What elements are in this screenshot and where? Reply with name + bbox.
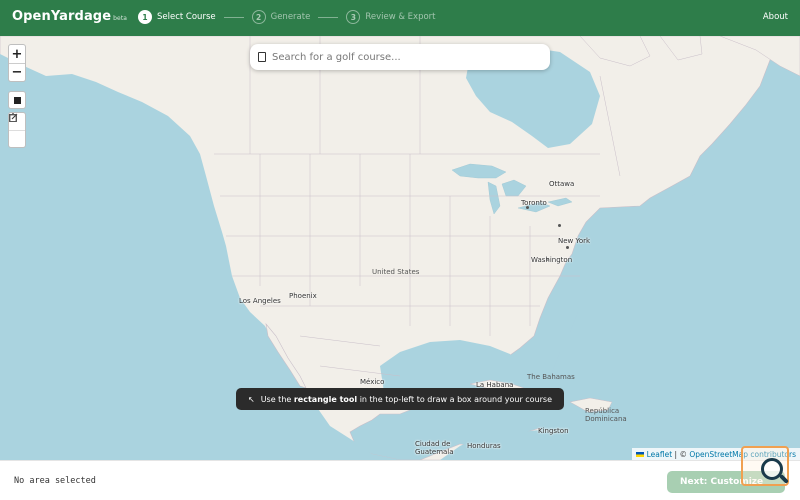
country-label: República Dominicana — [585, 407, 627, 423]
step-label: Generate — [270, 12, 311, 22]
leaflet-link[interactable]: Leaflet — [647, 450, 673, 459]
selection-status: No area selected — [14, 476, 96, 486]
step-generate[interactable]: 2 Generate — [251, 10, 311, 24]
step-number: 2 — [251, 10, 266, 24]
hint-prefix: Use the — [260, 394, 292, 404]
zoom-out-button[interactable]: − — [9, 63, 25, 81]
step-number: 3 — [346, 10, 361, 24]
city-label: New York — [558, 237, 591, 245]
search-bar[interactable] — [250, 44, 550, 70]
step-label: Select Course — [157, 12, 216, 22]
city-marker — [558, 224, 561, 227]
step-select-course[interactable]: 1 Select Course — [138, 10, 216, 24]
delete-layers-button[interactable] — [9, 113, 25, 147]
rectangle-icon — [13, 96, 21, 104]
wizard-steps: 1 Select Course 2 Generate 3 Review & Ex… — [138, 10, 436, 24]
step-divider — [318, 16, 339, 18]
brand-name: OpenYardage — [12, 9, 112, 24]
country-label: The Bahamas — [527, 373, 575, 381]
instruction-toast: ↖ Use the rectangle tool in the top-left… — [236, 388, 564, 410]
about-link[interactable]: About — [763, 12, 788, 22]
city-label: Los Angeles — [239, 297, 281, 305]
search-icon — [258, 52, 266, 62]
city-label: Toronto — [521, 199, 547, 207]
city-label: Kingston — [538, 427, 569, 435]
footer-bar: No area selected Next: Customize — [0, 460, 800, 500]
hint-suffix: in the top-left to draw a box around you… — [359, 394, 553, 404]
step-review-export[interactable]: 3 Review & Export — [346, 10, 436, 24]
ukraine-flag-icon — [635, 451, 644, 457]
city-label: Ciudad de Guatemala — [415, 440, 454, 456]
country-label: United States — [372, 268, 420, 276]
hint-emphasis: rectangle tool — [293, 394, 358, 404]
step-divider — [223, 16, 244, 18]
edit-tools — [8, 112, 26, 148]
city-marker — [566, 246, 569, 249]
zoom-in-button[interactable]: + — [9, 45, 25, 63]
top-nav-bar: OpenYardage beta 1 Select Course 2 Genera… — [0, 0, 800, 36]
beta-tag: beta — [113, 15, 128, 22]
cursor-arrow-icon: ↖ — [247, 394, 255, 404]
map-canvas[interactable]: Ottawa Toronto New York Washington Los A… — [0, 36, 800, 460]
step-number: 1 — [138, 10, 152, 24]
trash-icon — [9, 113, 17, 122]
draw-rectangle-button[interactable] — [8, 91, 26, 109]
search-input[interactable] — [272, 51, 532, 63]
city-label: Honduras — [467, 442, 501, 450]
city-label: México — [360, 378, 385, 386]
city-label: Ottawa — [549, 180, 575, 188]
step-label: Review & Export — [365, 12, 436, 22]
app-logo[interactable]: OpenYardage beta — [12, 9, 127, 24]
zoom-control: + − — [8, 44, 26, 82]
attribution-separator: | © — [674, 449, 687, 459]
city-label: Phoenix — [289, 292, 317, 300]
city-label: Washington — [531, 256, 573, 264]
inspector-overlay[interactable] — [741, 446, 791, 488]
